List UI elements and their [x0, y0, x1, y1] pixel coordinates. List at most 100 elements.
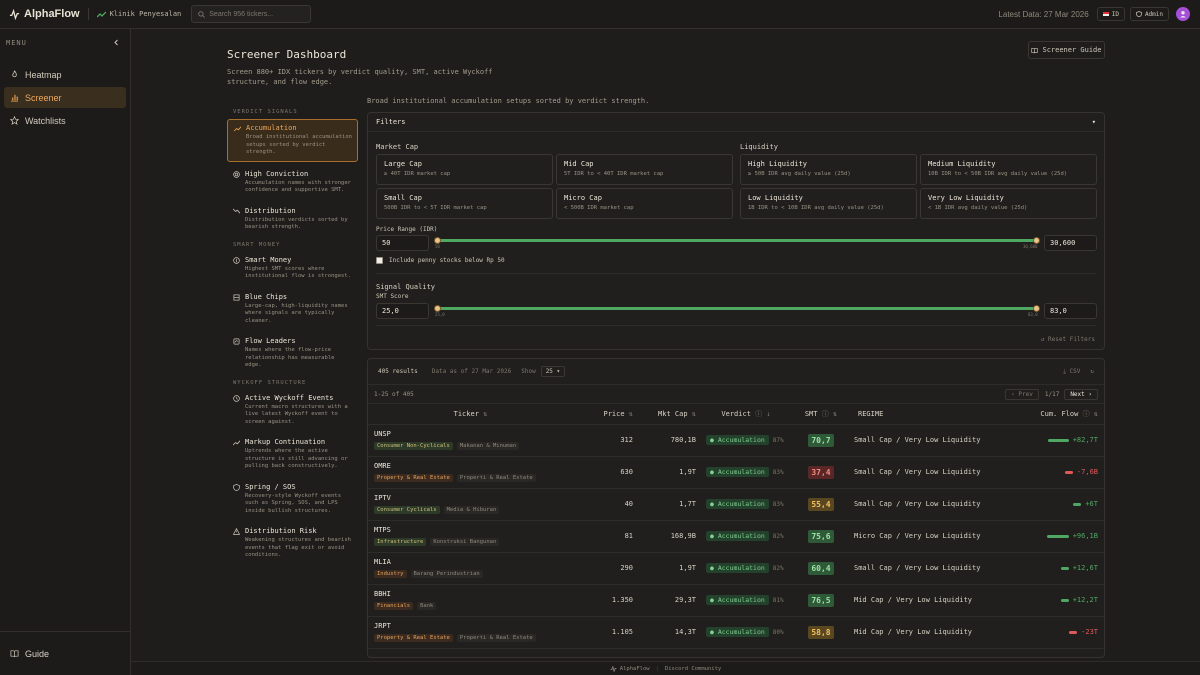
liquidity-very-low[interactable]: Very Low Liquidity < 1B IDR avg daily val…	[920, 188, 1097, 219]
next-page-button[interactable]: Next ›	[1064, 388, 1098, 400]
main: Screener Dashboard Screen 880+ IDX ticke…	[131, 29, 1200, 661]
preset-spring-sos[interactable]: Spring / SOS Recovery-style Wyckoff event…	[227, 479, 358, 520]
market-cap-micro[interactable]: Micro Cap < 500B IDR market cap	[556, 188, 733, 219]
collapse-icon[interactable]	[113, 39, 120, 46]
liquidity-high[interactable]: High Liquidity ≥ 50B IDR avg daily value …	[740, 154, 917, 185]
col-price[interactable]: Price ⇅	[573, 404, 633, 425]
sidebar-item-watchlists[interactable]: Watchlists	[4, 110, 126, 131]
shield-icon	[1136, 11, 1142, 17]
preset-markup-continuation[interactable]: Markup Continuation Uptrends where the ac…	[227, 434, 358, 475]
results-table: Ticker ⇅ Price ⇅ Mkt Cap ⇅ Verdict ⓘ ↓ S…	[368, 404, 1104, 649]
col-mkt-cap[interactable]: Mkt Cap ⇅	[633, 404, 696, 425]
preset-distribution-risk[interactable]: Distribution Risk Weakening structures an…	[227, 523, 358, 564]
ticker-code[interactable]: OMRE	[374, 462, 573, 470]
smt-min-input[interactable]: 25,0	[376, 303, 429, 319]
trend-up-icon	[233, 440, 240, 446]
ticker-code[interactable]: BBHI	[374, 590, 573, 598]
smt-max-input[interactable]: 83,0	[1044, 303, 1097, 319]
liquidity-low[interactable]: Low Liquidity 1B IDR to < 10B IDR avg dai…	[740, 188, 917, 219]
market-cap-mid[interactable]: Mid Cap 5T IDR to < 40T IDR market cap	[556, 154, 733, 185]
preset-accumulation[interactable]: Accumulation Broad institutional accumula…	[227, 119, 358, 162]
smt-badge: 75,6	[808, 529, 834, 543]
csv-export-button[interactable]: ⤓ CSV	[1063, 368, 1080, 376]
app-logo[interactable]: AlphaFlow	[9, 8, 80, 20]
cell-smt: 58,8	[796, 616, 846, 649]
card-title: Low Liquidity	[748, 194, 803, 202]
smt-slider-min-handle[interactable]	[434, 305, 441, 312]
table-row[interactable]: MTPS Infrastructure Konstruksi Bangunan 81 1…	[368, 520, 1104, 553]
discord-link[interactable]: Discord Community	[665, 666, 721, 672]
clinic-link[interactable]: Klinik Penyesalan	[96, 10, 181, 18]
table-row[interactable]: BBHI Financials Bank 1.350 29,3T ● Accumulati…	[368, 584, 1104, 617]
preset-distribution[interactable]: Distribution Distribution verdicts sorted…	[227, 203, 358, 236]
preset-flow-leaders[interactable]: Flow Leaders Names where the flow-price r…	[227, 333, 358, 374]
verdict-pct: 80%	[772, 628, 784, 636]
preset-blue-chips[interactable]: Blue Chips Large-cap, high-liquidity name…	[227, 289, 358, 330]
ticker-code[interactable]: IPTV	[374, 494, 573, 502]
market-cap-large[interactable]: Large Cap ≥ 40T IDR market cap	[376, 154, 553, 185]
preset-active-wyckoff[interactable]: Active Wyckoff Events Current macro struc…	[227, 390, 358, 431]
refresh-icon[interactable]: ↻	[1090, 368, 1094, 375]
sidebar-item-heatmap[interactable]: Heatmap	[4, 64, 126, 85]
avatar[interactable]	[1176, 7, 1190, 21]
filters-header[interactable]: Filters ▾	[368, 113, 1104, 132]
smt-tick-min: 25,0	[435, 312, 445, 317]
table-row[interactable]: OMRE Property & Real Estate Properti & Rea…	[368, 456, 1104, 489]
pagination-bar: 1-25 of 405 ‹ Prev 1/17 Next ›	[368, 385, 1104, 404]
price-tick-max: 30,600	[1023, 244, 1038, 249]
preset-title: Blue Chips	[245, 292, 288, 301]
card-desc: 1B IDR to < 10B IDR avg daily value (25d…	[748, 205, 884, 211]
preset-title: High Conviction	[245, 169, 309, 178]
col-label: Ticker	[453, 409, 479, 418]
market-cap-small[interactable]: Small Cap 500B IDR to < 5T IDR market cap	[376, 188, 553, 219]
results-toolbar: 405 results Data as of 27 Mar 2026 Show …	[368, 359, 1104, 385]
price-min-input[interactable]: 50	[376, 235, 429, 251]
penny-checkbox[interactable]: Include penny stocks below Rp 50	[376, 257, 505, 264]
price-range-label: Price Range (IDR)	[376, 226, 438, 233]
table-row[interactable]: JRPT Property & Real Estate Properti & Rea…	[368, 616, 1104, 649]
price-slider-max-handle[interactable]	[1033, 237, 1040, 244]
price-slider-track[interactable]	[437, 239, 1037, 242]
smt-slider-max-handle[interactable]	[1033, 305, 1040, 312]
preset-high-conviction[interactable]: High Conviction Accumulation names with s…	[227, 166, 358, 199]
col-verdict[interactable]: Verdict ⓘ ↓	[696, 404, 796, 425]
admin-button[interactable]: Admin	[1129, 7, 1169, 21]
ticker-code[interactable]: MLIA	[374, 558, 573, 566]
checkbox[interactable]	[376, 257, 383, 264]
liquidity-medium[interactable]: Medium Liquidity 10B IDR to < 50B IDR avg…	[920, 154, 1097, 185]
chevron-down-icon[interactable]: ▾	[1092, 118, 1096, 126]
filters-panel: Filters ▾ Market Cap Liquidity Large Cap…	[367, 112, 1105, 350]
col-smt[interactable]: SMT ⓘ ⇅	[796, 404, 846, 425]
sector-tag: Infrastructure	[374, 538, 427, 546]
preset-smart-money[interactable]: Smart Money Highest SMT scores where inst…	[227, 252, 358, 285]
per-page-select[interactable]: 25 ▾	[540, 366, 566, 377]
section-label: WYCKOFF STRUCTURE	[233, 379, 307, 386]
table-row[interactable]: IPTV Consumer Cyclicals Media & Hiburan 40 1…	[368, 488, 1104, 521]
col-cum-flow[interactable]: Cum. Flow ⓘ ⇅	[1014, 404, 1104, 425]
sector-tag: Consumer Non-Cyclicals	[374, 442, 453, 450]
verdict-label: Accumulation	[717, 532, 765, 540]
card-desc: ≥ 40T IDR market cap	[384, 171, 451, 177]
prev-page-button[interactable]: ‹ Prev	[1005, 388, 1039, 400]
nav: Heatmap Screener Watchlists	[0, 64, 130, 131]
reset-filters-button[interactable]: ↺ Reset Filters	[1041, 336, 1095, 343]
ticker-code[interactable]: MTPS	[374, 526, 573, 534]
ticker-code[interactable]: UNSP	[374, 430, 573, 438]
menu-header: MENU	[0, 29, 130, 47]
search-input[interactable]: Search 956 tickers...	[191, 5, 312, 23]
language-button[interactable]: ID	[1096, 7, 1125, 21]
ticker-code[interactable]: JRPT	[374, 622, 573, 630]
price-max-input[interactable]: 30,600	[1044, 235, 1097, 251]
screener-guide-button[interactable]: Screener Guide	[1028, 41, 1105, 59]
col-ticker[interactable]: Ticker ⇅	[368, 404, 573, 425]
flame-icon	[12, 70, 17, 78]
cell-verdict: ● Accumulation 81%	[696, 584, 796, 617]
guide-link[interactable]: Guide	[0, 631, 130, 675]
table-row[interactable]: MLIA Industry Barang Perindustrian 290 1,9T ●…	[368, 552, 1104, 585]
verdict-badge: ● Accumulation	[706, 499, 769, 509]
sidebar-item-screener[interactable]: Screener	[4, 87, 126, 108]
table-row[interactable]: UNSP Consumer Non-Cyclicals Makanan & Minu…	[368, 424, 1104, 457]
smt-slider-track[interactable]	[437, 307, 1037, 310]
card-desc: ≥ 50B IDR avg daily value (25d)	[748, 171, 851, 177]
price-slider-min-handle[interactable]	[434, 237, 441, 244]
